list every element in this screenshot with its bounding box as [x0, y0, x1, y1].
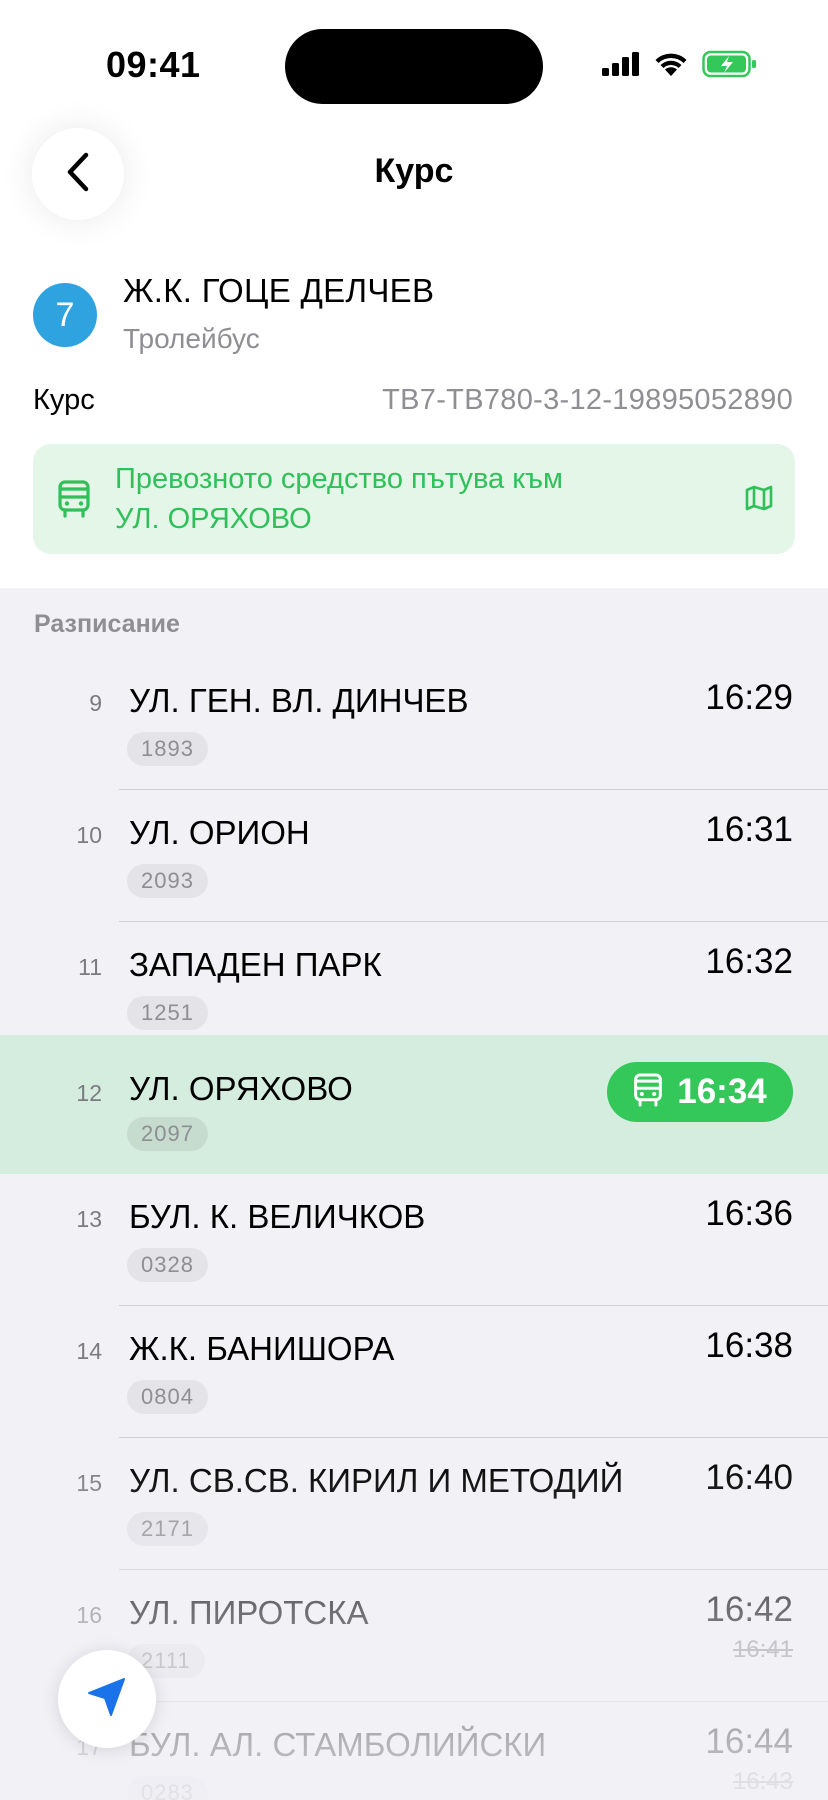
destination-text-line1: Превозното средство пътува към	[115, 463, 563, 495]
stop-name: БУЛ. АЛ. СТАМБОЛИЙСКИ	[129, 1726, 547, 1763]
stop-sequence-number: 11	[78, 954, 102, 980]
stop-code-badge: 2171	[127, 1512, 208, 1546]
stop-name: УЛ. ОРИОН	[129, 814, 310, 851]
current-arrival-pill: 16:34	[607, 1062, 793, 1122]
dynamic-island	[285, 29, 543, 104]
stop-name: УЛ. ПИРОТСКА	[129, 1594, 369, 1631]
stop-sequence-number: 9	[89, 690, 102, 716]
scheduled-time-struck: 16:43	[732, 1768, 793, 1795]
arrival-time: 16:34	[677, 1072, 767, 1111]
stop-name: БУЛ. К. ВЕЛИЧКОВ	[129, 1198, 426, 1235]
schedule-title: Разписание	[34, 610, 180, 638]
scheduled-time-struck: 16:41	[732, 1636, 793, 1663]
stop-code-badge: 0328	[127, 1248, 208, 1282]
arrival-time: 16:44	[705, 1722, 793, 1761]
arrival-time: 16:36	[705, 1194, 793, 1233]
route-name: Ж.К. ГОЦЕ ДЕЛЧЕВ	[123, 272, 435, 309]
stop-code-badge: 1893	[127, 732, 208, 766]
vehicle-destination-banner[interactable]: Превозното средство пътува към УЛ. ОРЯХО…	[33, 444, 795, 554]
map-icon[interactable]	[745, 484, 773, 517]
arrival-time: 16:38	[705, 1326, 793, 1365]
stop-code-badge: 1251	[127, 996, 208, 1030]
status-time: 09:41	[106, 44, 201, 85]
locate-me-button[interactable]	[58, 1650, 156, 1748]
stop-sequence-number: 14	[76, 1338, 102, 1364]
arrival-time: 16:29	[705, 678, 793, 717]
current-stop-row[interactable]: 12 УЛ. ОРЯХОВО 2097 16:34	[0, 1035, 828, 1174]
stop-sequence-number: 16	[76, 1602, 102, 1628]
arrival-time: 16:32	[705, 942, 793, 981]
stop-name: УЛ. ГЕН. ВЛ. ДИНЧЕВ	[129, 682, 469, 719]
stop-code-badge: 2097	[127, 1117, 208, 1151]
stop-row[interactable]: 9 УЛ. ГЕН. ВЛ. ДИНЧЕВ 1893 16:29	[0, 658, 828, 790]
status-icons	[602, 50, 758, 83]
stop-sequence-number: 15	[76, 1470, 102, 1496]
schedule-section: Разписание 9 УЛ. ГЕН. ВЛ. ДИНЧЕВ 1893 16…	[0, 588, 828, 1800]
destination-text: Превозното средство пътува към УЛ. ОРЯХО…	[115, 459, 705, 539]
stop-row[interactable]: 10 УЛ. ОРИОН 2093 16:31	[0, 790, 828, 922]
route-type: Тролейбус	[123, 323, 260, 354]
arrival-time: 16:40	[705, 1458, 793, 1497]
battery-charging-icon	[702, 50, 758, 83]
bus-icon	[633, 1073, 663, 1112]
course-label: Курс	[33, 384, 95, 416]
cellular-signal-icon	[602, 52, 640, 81]
stop-sequence-number: 12	[76, 1080, 102, 1106]
stop-code-badge: 2093	[127, 864, 208, 898]
bus-icon	[57, 480, 95, 518]
arrival-time: 16:31	[705, 810, 793, 849]
wifi-icon	[654, 51, 688, 82]
stop-code-badge: 0804	[127, 1380, 208, 1414]
location-arrow-icon	[84, 1674, 130, 1725]
stop-row[interactable]: 14 Ж.К. БАНИШОРА 0804 16:38	[0, 1306, 828, 1438]
stop-name: Ж.К. БАНИШОРА	[129, 1330, 395, 1367]
stop-code-badge: 0283	[127, 1776, 208, 1800]
route-number-badge: 7	[33, 283, 97, 347]
page-title: Курс	[374, 152, 454, 190]
course-id: ТВ7-ТВ780-3-12-19895052890	[382, 384, 793, 416]
destination-stop-name: УЛ. ОРЯХОВО	[115, 503, 312, 535]
stop-name: УЛ. ОРЯХОВО	[129, 1070, 353, 1107]
status-bar: 09:41	[0, 0, 828, 120]
stop-row[interactable]: 15 УЛ. СВ.СВ. КИРИЛ И МЕТОДИЙ 2171 16:40	[0, 1438, 828, 1570]
stop-sequence-number: 10	[76, 822, 102, 848]
arrival-time: 16:42	[705, 1590, 793, 1629]
stop-row[interactable]: 13 БУЛ. К. ВЕЛИЧКОВ 0328 16:36	[0, 1174, 828, 1306]
stop-sequence-number: 13	[76, 1206, 102, 1232]
stop-name: УЛ. СВ.СВ. КИРИЛ И МЕТОДИЙ	[129, 1462, 624, 1499]
stop-name: ЗАПАДЕН ПАРК	[129, 946, 382, 983]
